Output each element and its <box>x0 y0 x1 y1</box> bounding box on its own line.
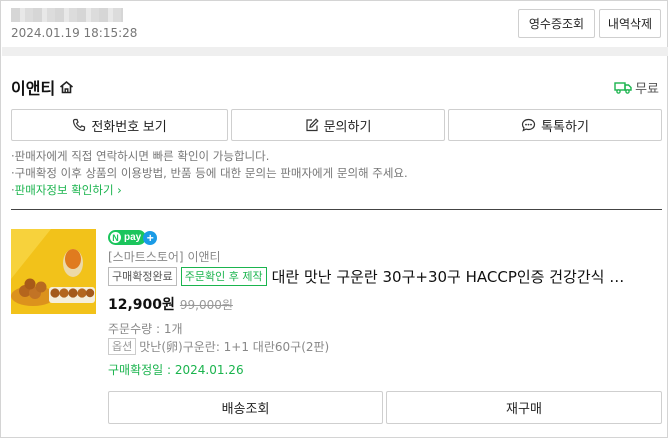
phone-icon <box>73 118 86 132</box>
store-type: [스마트스토어] <box>108 250 184 264</box>
chevron-right-icon: › <box>113 183 122 197</box>
seller-name: 이앤티 <box>11 79 56 98</box>
talktalk-button[interactable]: 톡톡하기 <box>448 109 662 141</box>
price-row: 12,900원 99,000원 <box>108 294 233 314</box>
truck-icon <box>614 82 632 94</box>
receipt-button[interactable]: 영수증조회 <box>518 9 595 38</box>
view-phone-button[interactable]: 전화번호 보기 <box>11 109 228 141</box>
inquiry-button[interactable]: 문의하기 <box>231 109 445 141</box>
shipping-info: 무료 <box>614 78 659 97</box>
view-phone-label: 전화번호 보기 <box>91 118 167 134</box>
track-delivery-button[interactable]: 배송조회 <box>108 391 383 424</box>
naver-pay-badge: N pay + <box>108 230 158 245</box>
edit-icon <box>305 118 319 132</box>
shipping-fee-label: 무료 <box>635 82 659 97</box>
grilled-eggs-image <box>11 229 96 314</box>
custom-order-badge: 주문확인 후 제작 <box>180 266 267 286</box>
order-datetime: 2024.01.19 18:15:28 <box>11 26 138 40</box>
seller-link[interactable]: 이앤티 <box>11 75 74 99</box>
store-info: [스마트스토어] 이앤티 <box>108 248 221 265</box>
inquiry-label: 문의하기 <box>323 118 372 134</box>
original-price: 99,000원 <box>179 298 233 312</box>
option-value: 맛난(卵)구운란: 1+1 대란60구(2판) <box>139 340 330 354</box>
product-thumbnail[interactable] <box>11 229 96 314</box>
rebuy-button[interactable]: 재구매 <box>386 391 662 424</box>
store-home-icon <box>60 80 74 94</box>
talktalk-label: 톡톡하기 <box>541 118 589 134</box>
chat-bubble-icon <box>521 118 536 132</box>
seller-info-link-label: 판매자정보 확인하기 <box>14 183 114 197</box>
notice-inquiry: ·구매확정 이후 상품의 이용방법, 반품 등에 대한 문의는 판매자에게 문의… <box>11 166 408 180</box>
product-title-row: 구매확정완료 주문확인 후 제작 대란 맛난 구운란 30구+30구 HACCP… <box>108 265 635 287</box>
seller-info-link[interactable]: ·판매자정보 확인하기 › <box>11 182 122 199</box>
order-quantity: 주문수량 : 1개 <box>108 322 183 336</box>
status-badge: 구매확정완료 <box>108 266 177 286</box>
store-name[interactable]: 이앤티 <box>187 250 220 264</box>
sale-price: 12,900원 <box>108 297 175 313</box>
purchase-confirm-date: 구매확정일 : 2024.01.26 <box>108 363 244 377</box>
delete-history-button[interactable]: 내역삭제 <box>599 9 661 38</box>
option-row: 옵션 맛난(卵)구운란: 1+1 대란60구(2판) <box>108 338 329 355</box>
product-title[interactable]: 대란 맛난 구운란 30구+30구 HACCP인증 건강간식 구운계란 <box>272 266 635 287</box>
option-tag: 옵션 <box>108 338 137 355</box>
plus-icon: + <box>143 230 158 245</box>
order-card: 2024.01.19 18:15:28 영수증조회 내역삭제 이앤티 무료 전화… <box>0 0 668 438</box>
section-separator <box>2 47 668 56</box>
notice-contact: ·판매자에게 직접 연락하시면 빠른 확인이 가능합니다. <box>11 149 270 163</box>
divider <box>11 209 662 210</box>
blurred-customer-name <box>11 8 123 22</box>
